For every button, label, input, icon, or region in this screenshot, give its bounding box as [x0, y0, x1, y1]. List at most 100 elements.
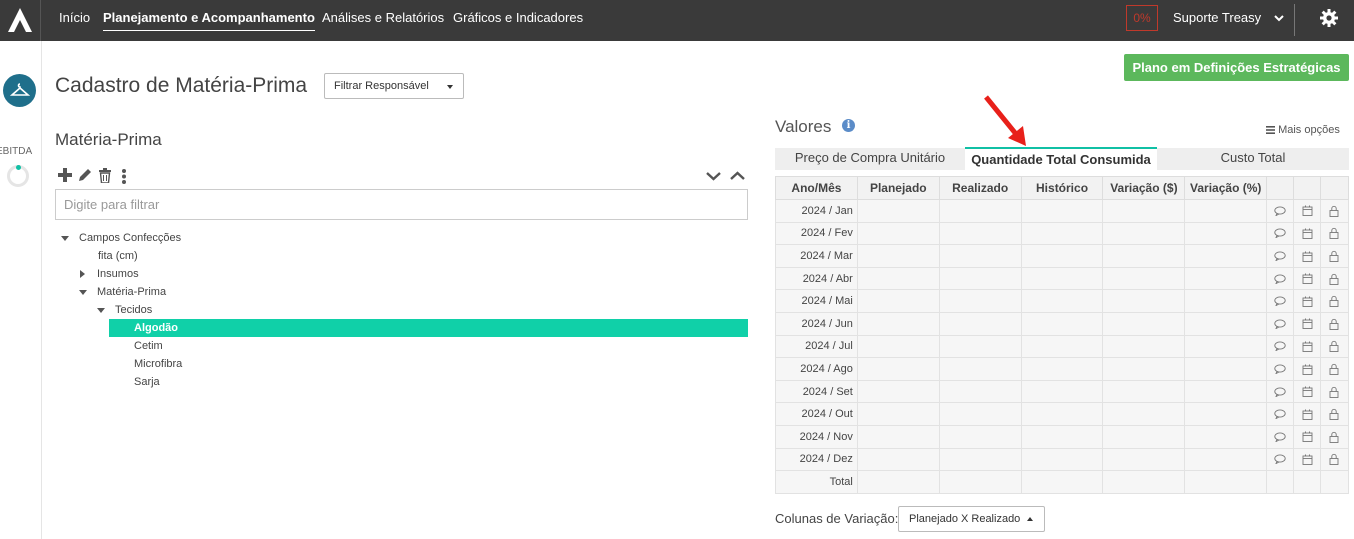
cell-realizado[interactable]	[938, 266, 1022, 291]
cell-realizado[interactable]	[938, 379, 1022, 404]
comment-icon[interactable]	[1266, 334, 1295, 359]
tree-node-fita[interactable]: fita (cm)	[98, 247, 138, 265]
lock-icon[interactable]	[1319, 334, 1350, 359]
cell-realizado[interactable]	[938, 244, 1022, 268]
cell-realizado[interactable]	[938, 447, 1022, 472]
nav-inicio[interactable]: Início	[59, 10, 90, 25]
lock-icon[interactable]	[1319, 244, 1350, 268]
cell-variacao-valor[interactable]	[1102, 379, 1186, 404]
cell-planejado[interactable]	[856, 266, 940, 291]
cell-planejado[interactable]	[856, 289, 940, 313]
gear-icon[interactable]	[1319, 8, 1339, 28]
cell-historico[interactable]	[1020, 334, 1104, 359]
nav-analises[interactable]: Análises e Relatórios	[322, 10, 444, 25]
collapsed-icon[interactable]	[80, 270, 85, 279]
lock-icon[interactable]	[1319, 424, 1350, 449]
cell-variacao-pct[interactable]	[1184, 221, 1268, 246]
comment-icon[interactable]	[1266, 424, 1295, 449]
cell-historico[interactable]	[1020, 244, 1104, 268]
cell-variacao-pct[interactable]	[1184, 357, 1268, 381]
tree-node-algodao-selected[interactable]: Algodão	[109, 319, 748, 337]
cell-variacao-pct[interactable]	[1184, 244, 1268, 268]
edit-pencil-icon[interactable]	[78, 168, 92, 182]
col-historico[interactable]: Histórico	[1020, 176, 1104, 200]
cell-historico[interactable]	[1020, 402, 1104, 426]
cell-realizado[interactable]	[938, 424, 1022, 449]
cell-variacao-valor[interactable]	[1102, 199, 1186, 223]
cell-planejado[interactable]	[856, 402, 940, 426]
calendar-icon[interactable]	[1293, 379, 1321, 404]
cell-realizado[interactable]	[938, 357, 1022, 381]
tree-filter-input[interactable]	[55, 189, 748, 220]
cell-variacao-valor[interactable]	[1102, 266, 1186, 291]
expanded-icon[interactable]	[61, 235, 69, 241]
add-icon[interactable]	[58, 168, 72, 182]
cell-realizado[interactable]	[938, 221, 1022, 246]
cell-variacao-pct[interactable]	[1184, 334, 1268, 359]
cell-historico[interactable]	[1020, 289, 1104, 313]
cell-planejado[interactable]	[856, 424, 940, 449]
tree-node-root[interactable]: Campos Confecções	[61, 229, 181, 247]
lock-icon[interactable]	[1319, 311, 1350, 336]
col-realizado[interactable]: Realizado	[938, 176, 1022, 200]
cell-planejado[interactable]	[856, 447, 940, 472]
comment-icon[interactable]	[1266, 311, 1295, 336]
lock-icon[interactable]	[1319, 379, 1350, 404]
more-vertical-icon[interactable]	[121, 168, 127, 184]
comment-icon[interactable]	[1266, 402, 1295, 426]
tree-node-microfibra[interactable]: Microfibra	[134, 355, 182, 373]
cell-realizado[interactable]	[938, 199, 1022, 223]
cell-variacao-pct[interactable]	[1184, 379, 1268, 404]
cell-variacao-pct[interactable]	[1184, 402, 1268, 426]
cell-historico[interactable]	[1020, 311, 1104, 336]
cell-variacao-valor[interactable]	[1102, 447, 1186, 472]
cell-historico[interactable]	[1020, 199, 1104, 223]
cell-historico[interactable]	[1020, 379, 1104, 404]
cell-variacao-valor[interactable]	[1102, 424, 1186, 449]
calendar-icon[interactable]	[1293, 424, 1321, 449]
tree-node-materia-prima[interactable]: Matéria-Prima	[79, 283, 166, 301]
cell-variacao-valor[interactable]	[1102, 244, 1186, 268]
lock-icon[interactable]	[1319, 289, 1350, 313]
tree-node-tecidos[interactable]: Tecidos	[97, 301, 152, 319]
cell-variacao-pct[interactable]	[1184, 199, 1268, 223]
col-planejado[interactable]: Planejado	[856, 176, 940, 200]
calendar-icon[interactable]	[1293, 402, 1321, 426]
module-avatar[interactable]	[3, 74, 36, 107]
trash-icon[interactable]	[98, 168, 112, 183]
chevron-down-icon[interactable]	[1274, 13, 1284, 23]
calendar-icon[interactable]	[1293, 221, 1321, 246]
cell-planejado[interactable]	[856, 221, 940, 246]
cell-historico[interactable]	[1020, 221, 1104, 246]
calendar-icon[interactable]	[1293, 199, 1321, 223]
col-variacao-valor[interactable]: Variação ($)	[1102, 176, 1186, 200]
calendar-icon[interactable]	[1293, 244, 1321, 268]
cell-variacao-pct[interactable]	[1184, 447, 1268, 472]
calendar-icon[interactable]	[1293, 311, 1321, 336]
calendar-icon[interactable]	[1293, 266, 1321, 291]
cell-variacao-pct[interactable]	[1184, 289, 1268, 313]
cell-variacao-valor[interactable]	[1102, 357, 1186, 381]
cell-historico[interactable]	[1020, 447, 1104, 472]
tree-node-cetim[interactable]: Cetim	[134, 337, 163, 355]
collapse-all-icon[interactable]	[730, 171, 745, 181]
tab-preco-compra[interactable]: Preço de Compra Unitário	[775, 148, 965, 170]
tab-quantidade-total[interactable]: Quantidade Total Consumida	[965, 147, 1157, 171]
tree-node-sarja[interactable]: Sarja	[134, 373, 160, 391]
cell-historico[interactable]	[1020, 424, 1104, 449]
comment-icon[interactable]	[1266, 357, 1295, 381]
user-menu[interactable]: Suporte Treasy	[1173, 10, 1261, 25]
comment-icon[interactable]	[1266, 289, 1295, 313]
nav-planejamento[interactable]: Planejamento e Acompanhamento	[103, 10, 315, 31]
cell-variacao-pct[interactable]	[1184, 424, 1268, 449]
cell-planejado[interactable]	[856, 311, 940, 336]
filter-responsavel-dropdown[interactable]: Filtrar Responsável	[324, 73, 464, 99]
col-variacao-pct[interactable]: Variação (%)	[1184, 176, 1268, 200]
cell-planejado[interactable]	[856, 244, 940, 268]
more-options-link[interactable]: Mais opções	[1266, 124, 1340, 136]
expand-all-icon[interactable]	[706, 171, 721, 181]
cell-variacao-valor[interactable]	[1102, 221, 1186, 246]
expanded-icon[interactable]	[79, 289, 87, 295]
cell-planejado[interactable]	[856, 379, 940, 404]
tree-node-insumos[interactable]: Insumos	[80, 265, 139, 283]
